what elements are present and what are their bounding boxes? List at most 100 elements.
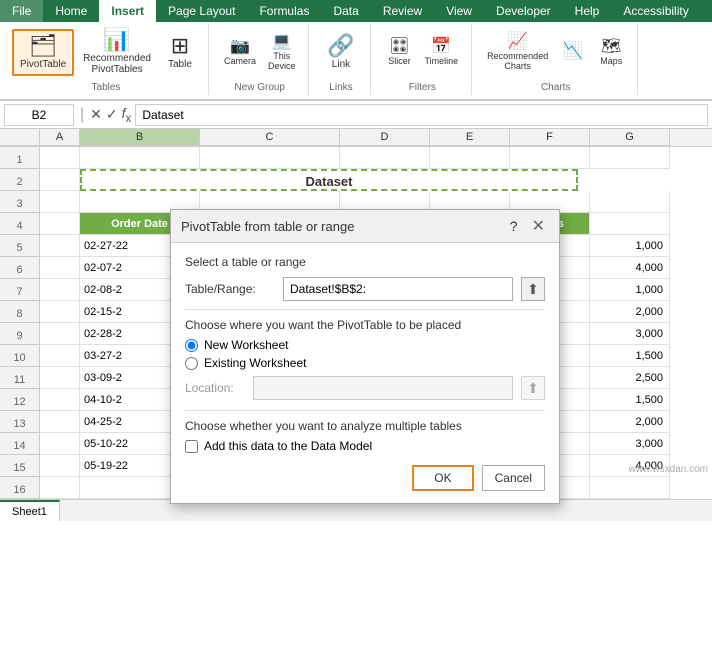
- cell-a10[interactable]: [40, 345, 80, 367]
- table-range-upload-button[interactable]: ⬆: [521, 277, 545, 301]
- tab-insert[interactable]: Insert: [99, 0, 156, 22]
- tab-help[interactable]: Help: [563, 0, 612, 22]
- cancel-button[interactable]: Cancel: [482, 465, 545, 491]
- cell-g3[interactable]: [590, 191, 670, 213]
- cell-f1[interactable]: [510, 147, 590, 169]
- timeline-button[interactable]: 📅 Timeline: [419, 36, 463, 69]
- cell-reference-box[interactable]: [4, 104, 74, 126]
- cell-g10[interactable]: 1,500: [590, 345, 670, 367]
- location-upload-button[interactable]: ⬆: [521, 376, 545, 400]
- table-range-row: Table/Range: ⬆: [185, 277, 545, 301]
- slicer-button[interactable]: 🎛 Slicer: [381, 36, 417, 69]
- formula-input[interactable]: [135, 104, 708, 126]
- cell-a4[interactable]: [40, 213, 80, 235]
- dialog-help-icon[interactable]: ?: [510, 218, 518, 234]
- cell-a3[interactable]: [40, 191, 80, 213]
- ribbon: File Home Insert Page Layout Formulas Da…: [0, 0, 712, 101]
- table-range-input[interactable]: [283, 277, 513, 301]
- row-num-7: 7: [0, 279, 40, 301]
- pivot-table-button[interactable]: 🗂 PivotTable: [12, 29, 74, 76]
- cell-b2-dataset[interactable]: Dataset: [80, 169, 578, 191]
- dialog-footer: OK Cancel: [185, 465, 545, 491]
- dialog-section1-title: Select a table or range: [185, 255, 545, 269]
- cell-g4[interactable]: [590, 213, 670, 235]
- ok-button[interactable]: OK: [412, 465, 473, 491]
- cancel-formula-icon[interactable]: ✕: [90, 106, 102, 123]
- radio-existing-worksheet-label[interactable]: Existing Worksheet: [204, 356, 307, 370]
- tab-accessibility[interactable]: Accessibility: [611, 0, 700, 22]
- sheet-tab-sheet1[interactable]: Sheet1: [0, 500, 60, 521]
- cell-a16[interactable]: [40, 477, 80, 499]
- cell-g1[interactable]: [590, 147, 670, 169]
- col-header-e[interactable]: E: [430, 129, 510, 146]
- cell-d1[interactable]: [340, 147, 430, 169]
- tab-formulas[interactable]: Formulas: [247, 0, 321, 22]
- tab-review[interactable]: Review: [371, 0, 434, 22]
- cell-a5[interactable]: [40, 235, 80, 257]
- radio-new-worksheet-label[interactable]: New Worksheet: [204, 338, 288, 352]
- tab-view[interactable]: View: [434, 0, 484, 22]
- tab-home[interactable]: Home: [43, 0, 99, 22]
- cell-g5[interactable]: 1,000: [590, 235, 670, 257]
- cell-g12[interactable]: 1,500: [590, 389, 670, 411]
- col-header-c[interactable]: C: [200, 129, 340, 146]
- cell-g8[interactable]: 2,000: [590, 301, 670, 323]
- cell-g14[interactable]: 3,000: [590, 433, 670, 455]
- cell-e1[interactable]: [430, 147, 510, 169]
- charts-more-icon: 📉: [563, 44, 583, 60]
- col-header-a[interactable]: A: [40, 129, 80, 146]
- formula-bar: | ✕ ✓ fx: [0, 101, 712, 129]
- dialog-close-button[interactable]: ✕: [528, 216, 549, 236]
- col-header-f[interactable]: F: [510, 129, 590, 146]
- cell-a8[interactable]: [40, 301, 80, 323]
- cell-g6[interactable]: 4,000: [590, 257, 670, 279]
- camera-button[interactable]: 📷 Camera: [219, 36, 261, 69]
- col-header-g[interactable]: G: [590, 129, 670, 146]
- link-label: Link: [332, 59, 350, 70]
- tab-page-layout[interactable]: Page Layout: [156, 0, 247, 22]
- cell-b1[interactable]: [80, 147, 200, 169]
- cell-a7[interactable]: [40, 279, 80, 301]
- dialog-separator1: [185, 309, 545, 310]
- location-input[interactable]: [253, 376, 513, 400]
- filters-group-label: Filters: [409, 82, 436, 95]
- cell-g13[interactable]: 2,000: [590, 411, 670, 433]
- cell-a9[interactable]: [40, 323, 80, 345]
- table-button[interactable]: ⊞ Table: [160, 30, 200, 75]
- tables-group-label: Tables: [92, 82, 121, 95]
- cell-c1[interactable]: [200, 147, 340, 169]
- this-device-icon: 💻: [272, 34, 292, 50]
- col-header-b[interactable]: B: [80, 129, 200, 146]
- cell-g9[interactable]: 3,000: [590, 323, 670, 345]
- col-header-d[interactable]: D: [340, 129, 430, 146]
- tab-data[interactable]: Data: [321, 0, 370, 22]
- cell-a15[interactable]: [40, 455, 80, 477]
- cell-a12[interactable]: [40, 389, 80, 411]
- cell-g11[interactable]: 2,500: [590, 367, 670, 389]
- add-data-model-checkbox[interactable]: [185, 440, 198, 453]
- cell-a14[interactable]: [40, 433, 80, 455]
- radio-new-worksheet[interactable]: [185, 339, 198, 352]
- cell-g16[interactable]: [590, 477, 670, 499]
- cell-a11[interactable]: [40, 367, 80, 389]
- cell-a2[interactable]: [40, 169, 80, 191]
- cell-a13[interactable]: [40, 411, 80, 433]
- recommended-pivot-button[interactable]: 📊 RecommendedPivotTables: [76, 24, 158, 80]
- ribbon-group-tables: 🗂 PivotTable 📊 RecommendedPivotTables ⊞ …: [4, 24, 209, 95]
- tab-developer[interactable]: Developer: [484, 0, 563, 22]
- radio-existing-worksheet[interactable]: [185, 357, 198, 370]
- dialog-section3-title: Choose whether you want to analyze multi…: [185, 419, 545, 433]
- cell-a1[interactable]: [40, 147, 80, 169]
- recommended-charts-button[interactable]: 📈 RecommendedCharts: [482, 31, 553, 74]
- cell-a6[interactable]: [40, 257, 80, 279]
- insert-function-icon[interactable]: fx: [122, 105, 132, 125]
- link-button[interactable]: 🔗 Link: [320, 30, 361, 75]
- add-data-model-label[interactable]: Add this data to the Data Model: [204, 439, 372, 453]
- cell-g7[interactable]: 1,000: [590, 279, 670, 301]
- tab-file[interactable]: File: [0, 0, 43, 22]
- confirm-formula-icon[interactable]: ✓: [106, 106, 118, 123]
- this-device-button[interactable]: 💻 ThisDevice: [263, 31, 301, 74]
- charts-more-button[interactable]: 📉: [555, 41, 591, 64]
- maps-button[interactable]: 🗺 Maps: [593, 36, 629, 69]
- watermark: www.wsxdan.com: [629, 464, 708, 475]
